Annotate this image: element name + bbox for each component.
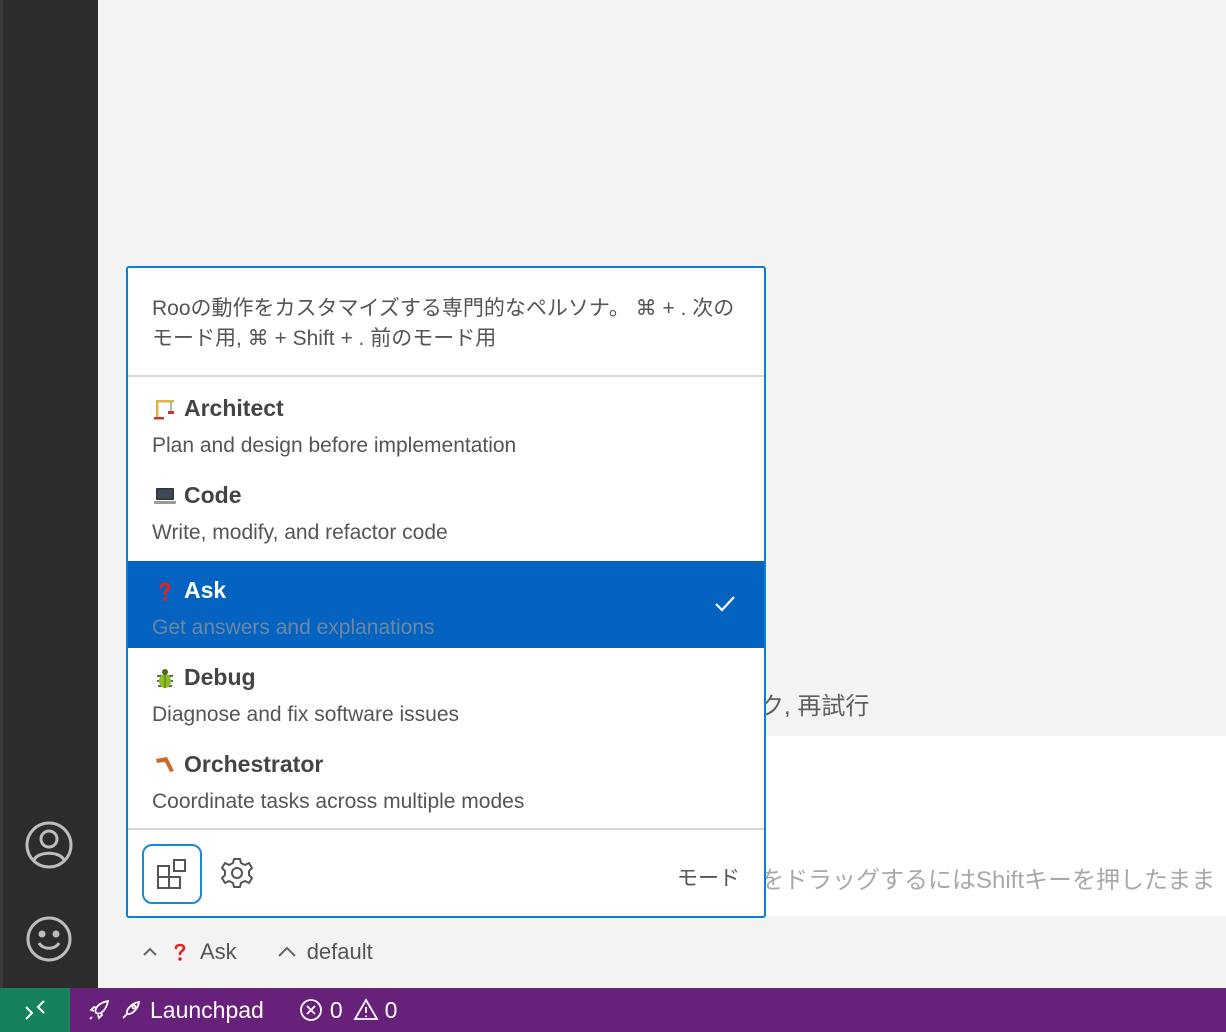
launchpad-item[interactable]: Launchpad [86,997,264,1024]
activity-bar-edge [0,0,3,988]
api-profile-label: default [306,939,373,964]
mode-selector-popup: Rooの動作をカスタマイズする専門的なペルソナ。 ⌘ + . 次のモード用, ⌘… [126,266,766,918]
mode-item-debug[interactable]: Debug Diagnose and fix software issues [128,648,764,735]
chevron-up-icon [277,946,296,957]
check-icon [715,596,735,612]
account-icon[interactable] [24,820,74,870]
rocket-outline-icon [122,1000,141,1019]
remote-indicator[interactable] [0,988,70,1032]
rocket-icon [89,999,110,1020]
red-question-mark-icon [152,578,178,604]
mode-title: Orchestrator [152,751,323,778]
api-profile-dropdown[interactable]: default [277,939,373,965]
mode-item-orchestrator[interactable]: Orchestrator Coordinate tasks across mul… [128,735,764,822]
construction-crane-icon [152,396,178,422]
mode-description: Plan and design before implementation [152,434,517,457]
mode-item-architect[interactable]: Architect Plan and design before impleme… [128,379,764,466]
mode-description: Write, modify, and refactor code [152,521,448,544]
mode-dropdown-label: Ask [200,939,237,964]
gear-icon [221,858,253,888]
mode-description: Diagnose and fix software issues [152,703,459,726]
mode-title: Code [152,482,242,509]
mode-name: Architect [184,395,284,421]
mode-selector-description: Rooの動作をカスタマイズする専門的なペルソナ。 ⌘ + . 次のモード用, ⌘… [128,268,764,377]
warning-icon [353,998,379,1020]
laptop-icon [152,483,178,509]
mode-title: Ask [152,577,226,604]
marketplace-button[interactable] [142,844,202,904]
settings-button[interactable] [214,850,260,896]
mode-name: Orchestrator [184,751,324,777]
mode-description: Coordinate tasks across multiple modes [152,790,525,813]
mode-dropdown[interactable]: Ask [140,939,237,965]
mode-item-ask[interactable]: Ask Get answers and explanations [128,561,764,648]
launchpad-label: Launchpad [150,996,264,1023]
chevron-up-icon [143,947,157,956]
status-bar: Launchpad 0 0 [0,988,1226,1032]
background-hint-text: ク, 再試行 [760,693,870,720]
extensions-icon [157,859,186,889]
beetle-icon [152,665,178,691]
chat-toolbar: Ask default [140,936,413,968]
error-count: 0 [329,996,343,1023]
mode-selector-footer: モード [128,828,764,916]
activity-bar [0,0,98,988]
mode-name: Debug [184,664,256,690]
mode-name: Ask [184,577,227,603]
warning-count: 0 [384,996,398,1023]
mode-item-code[interactable]: Code Write, modify, and refactor code [128,466,764,553]
red-question-mark-icon [174,943,186,961]
chat-input-placeholder: をドラッグするにはShiftキーを押したまま [760,867,1216,894]
modes-label: モード [677,867,740,890]
boomerang-icon [152,752,178,778]
error-icon [299,999,322,1021]
feedback-smiley-icon[interactable] [24,914,74,964]
remote-icon [25,1000,45,1020]
mode-name: Code [184,482,242,508]
problems-item[interactable]: 0 0 [298,996,398,1024]
mode-description: Get answers and explanations [152,616,435,639]
mode-title: Debug [152,664,256,691]
mode-title: Architect [152,395,284,422]
